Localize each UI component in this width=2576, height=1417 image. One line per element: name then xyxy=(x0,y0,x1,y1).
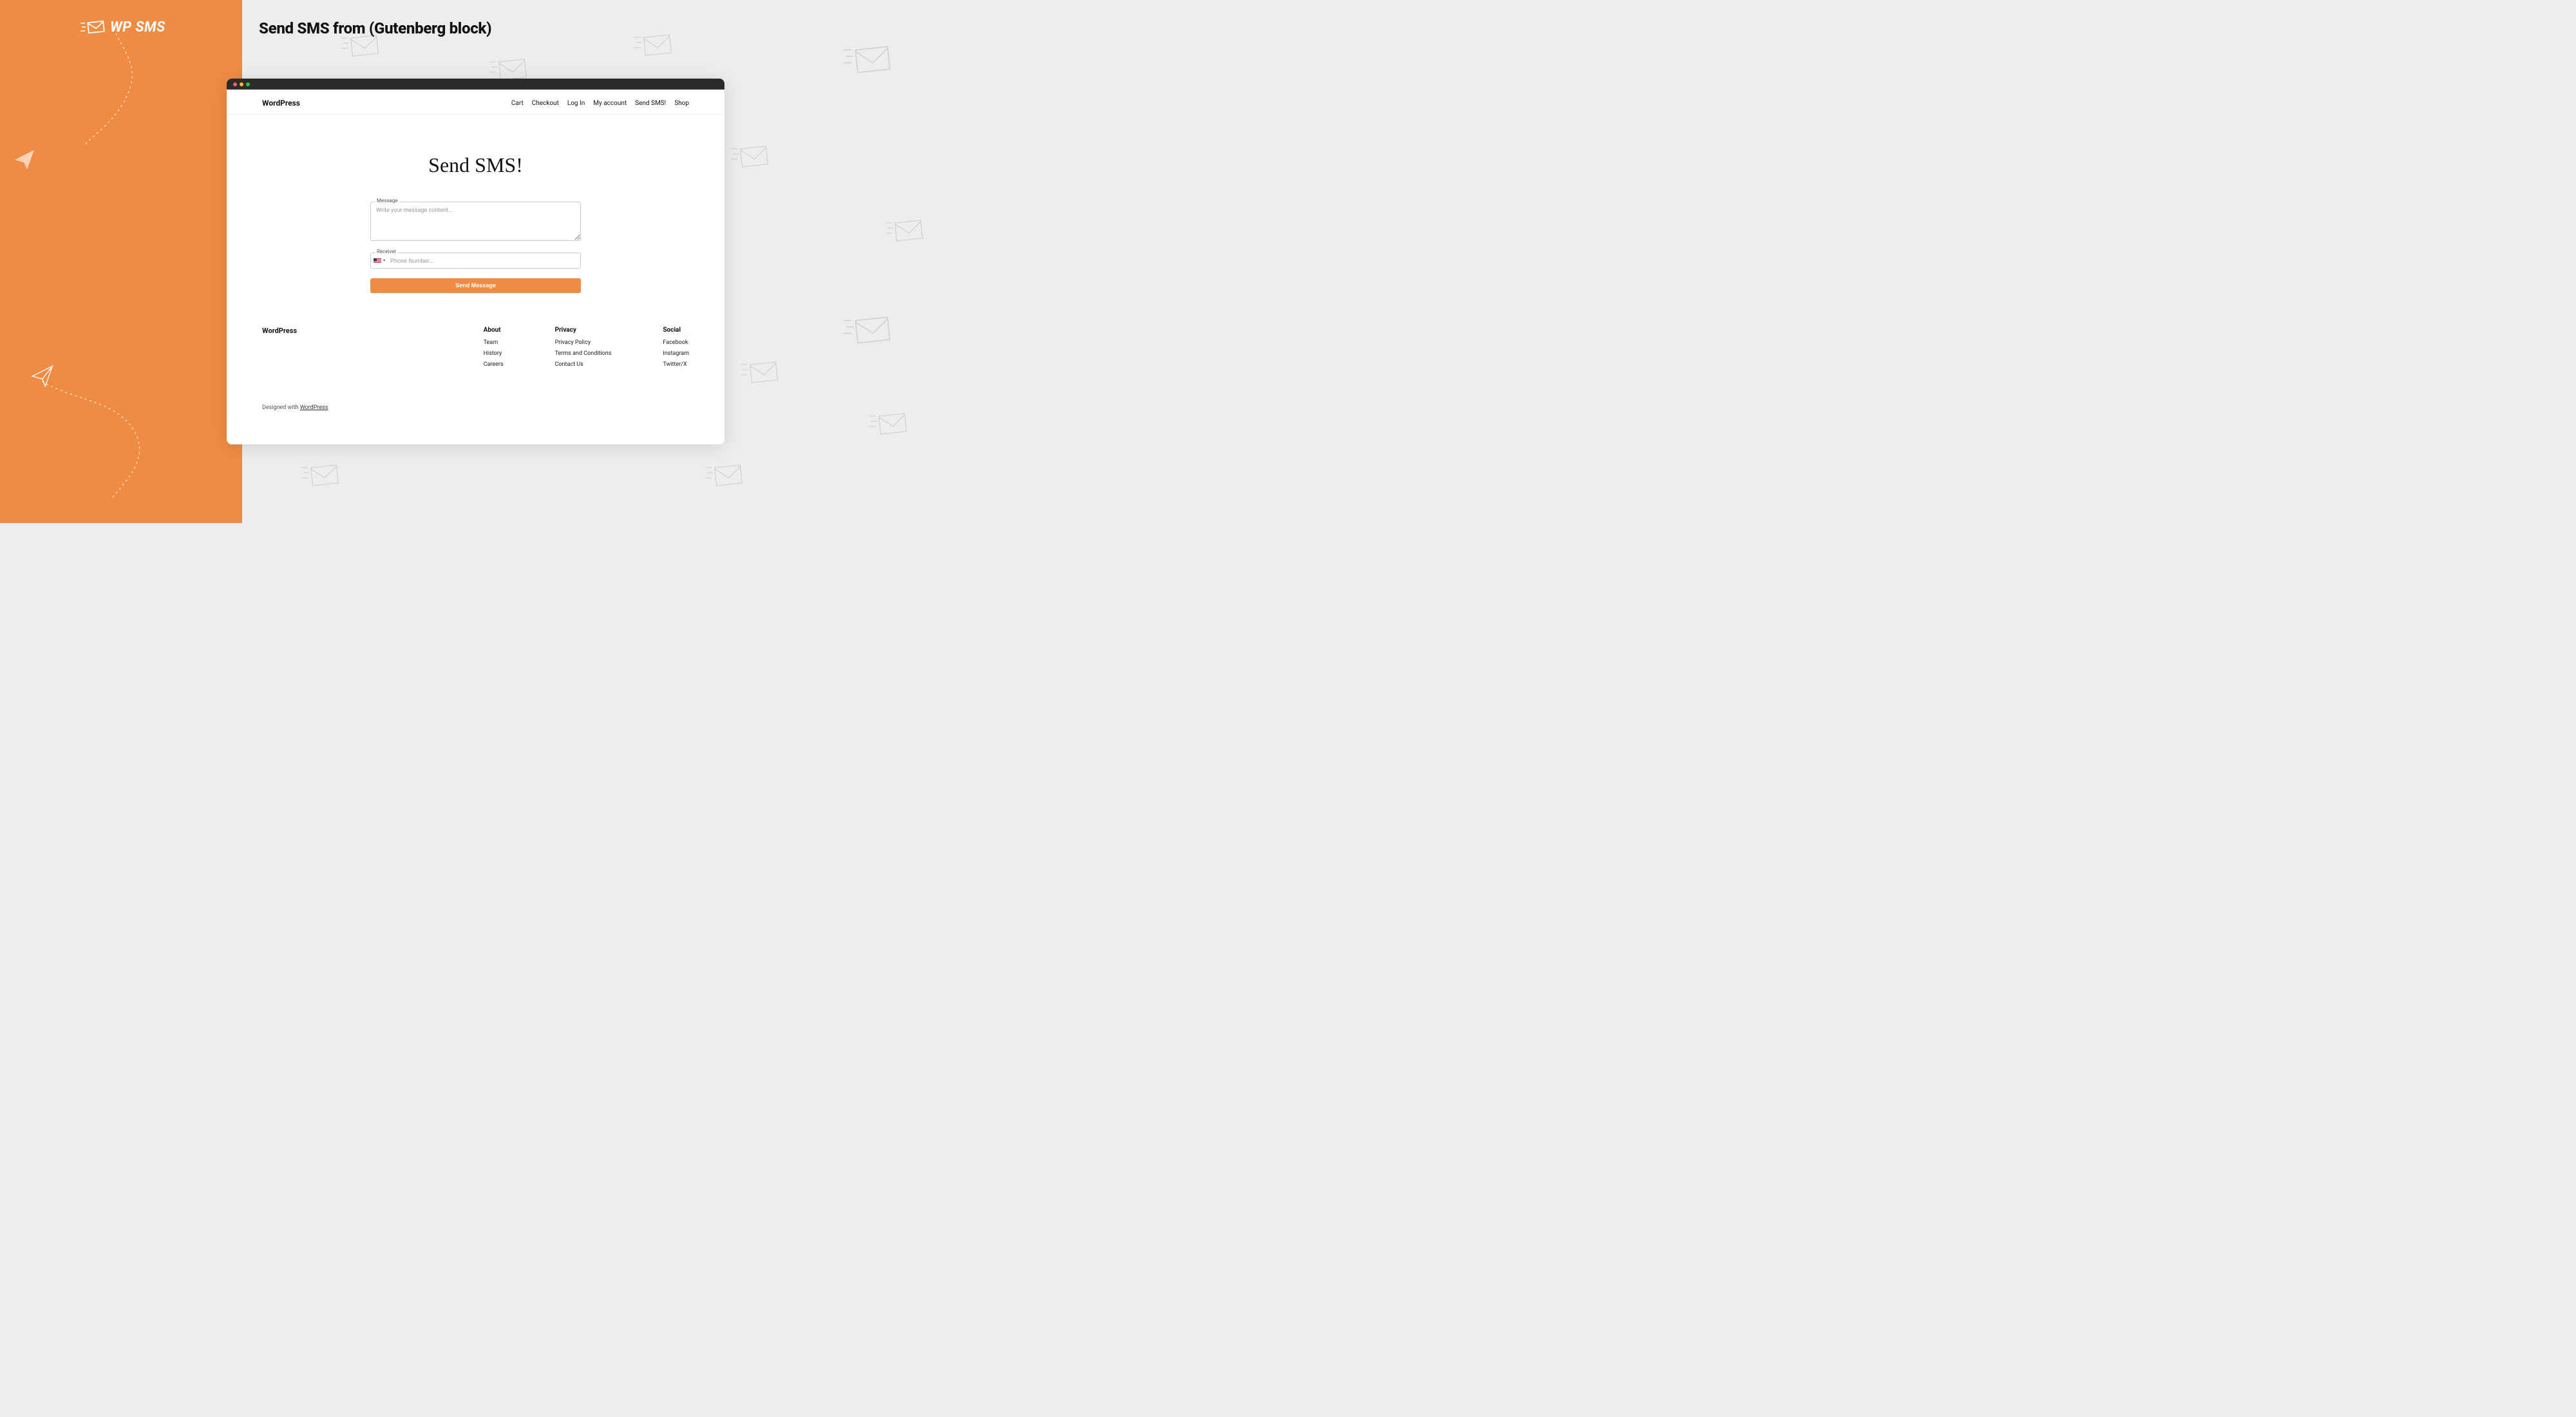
envelope-decor-icon xyxy=(844,316,895,348)
footer-link-twitter[interactable]: Twitter/X xyxy=(663,361,689,368)
message-label: Message xyxy=(375,198,399,204)
nav-checkout[interactable]: Checkout xyxy=(532,100,559,107)
receiver-field-group: Receiver ▾ xyxy=(370,252,581,269)
window-maximize-icon[interactable] xyxy=(246,82,250,86)
footer-col-about: About Team History Careers xyxy=(484,327,504,372)
footer-brand[interactable]: WordPress xyxy=(262,327,297,372)
site-footer: WordPress About Team History Careers Pri… xyxy=(227,312,724,379)
envelope-decor-icon xyxy=(844,45,895,77)
browser-window: WordPress Cart Checkout Log In My accoun… xyxy=(227,79,724,444)
receiver-label: Receiver xyxy=(375,249,397,254)
footer-columns: About Team History Careers Privacy Priva… xyxy=(484,327,689,372)
left-brand-band: WP SMS xyxy=(0,0,242,523)
footer-col-privacy: Privacy Privacy Policy Terms and Conditi… xyxy=(555,327,612,372)
footer-col-social: Social Facebook Instagram Twitter/X xyxy=(663,327,689,372)
footer-link-contact[interactable]: Contact Us xyxy=(555,361,612,368)
chevron-down-icon: ▾ xyxy=(383,258,385,263)
credit-link[interactable]: WordPress xyxy=(300,404,328,411)
flag-us-icon xyxy=(374,258,381,263)
paper-plane-icon xyxy=(14,148,37,171)
phone-input[interactable] xyxy=(389,258,578,264)
send-message-button[interactable]: Send Message xyxy=(370,278,581,293)
page-main: Send SMS! Message Receiver ▾ Send Messag… xyxy=(227,115,724,312)
footer-credit: Designed with WordPress xyxy=(227,404,724,424)
footer-link-careers[interactable]: Careers xyxy=(484,361,504,368)
footer-link-history[interactable]: History xyxy=(484,350,504,357)
message-field-group: Message xyxy=(370,202,581,243)
window-minimize-icon[interactable] xyxy=(240,82,243,86)
envelope-decor-icon xyxy=(301,464,343,490)
footer-link-facebook[interactable]: Facebook xyxy=(663,339,689,346)
footer-heading-about: About xyxy=(484,327,504,334)
window-titlebar xyxy=(227,79,724,90)
page-title: Send SMS! xyxy=(428,153,523,177)
credit-prefix: Designed with xyxy=(262,404,300,411)
message-textarea[interactable] xyxy=(370,202,581,241)
nav-cart[interactable]: Cart xyxy=(511,100,524,107)
footer-link-terms[interactable]: Terms and Conditions xyxy=(555,350,612,357)
nav-my-account[interactable]: My account xyxy=(593,100,627,107)
site-header: WordPress Cart Checkout Log In My accoun… xyxy=(227,90,724,115)
footer-link-team[interactable]: Team xyxy=(484,339,504,346)
decorative-dashed-path-1 xyxy=(84,33,161,182)
envelope-decor-icon xyxy=(634,33,676,59)
envelope-decor-icon xyxy=(341,34,383,60)
envelope-decor-icon xyxy=(705,464,746,490)
primary-nav: Cart Checkout Log In My account Send SMS… xyxy=(511,100,689,107)
site-title[interactable]: WordPress xyxy=(262,99,300,108)
nav-login[interactable]: Log In xyxy=(567,100,585,107)
envelope-decor-icon xyxy=(869,412,911,438)
country-code-select[interactable]: ▾ xyxy=(374,258,389,263)
envelope-decor-icon xyxy=(886,219,927,245)
paper-plane-outline-icon xyxy=(31,363,57,389)
window-close-icon[interactable] xyxy=(233,82,237,86)
footer-link-privacy-policy[interactable]: Privacy Policy xyxy=(555,339,612,346)
nav-send-sms[interactable]: Send SMS! xyxy=(635,100,666,107)
envelope-decor-icon xyxy=(731,145,772,171)
footer-link-instagram[interactable]: Instagram xyxy=(663,350,689,357)
footer-heading-social: Social xyxy=(663,327,689,334)
footer-heading-privacy: Privacy xyxy=(555,327,612,334)
envelope-speed-icon xyxy=(80,21,105,35)
send-sms-form: Message Receiver ▾ Send Message xyxy=(370,202,581,293)
decorative-dashed-path-2 xyxy=(35,381,164,523)
phone-field: ▾ xyxy=(370,252,581,269)
envelope-decor-icon xyxy=(741,361,782,386)
nav-shop[interactable]: Shop xyxy=(674,100,689,107)
